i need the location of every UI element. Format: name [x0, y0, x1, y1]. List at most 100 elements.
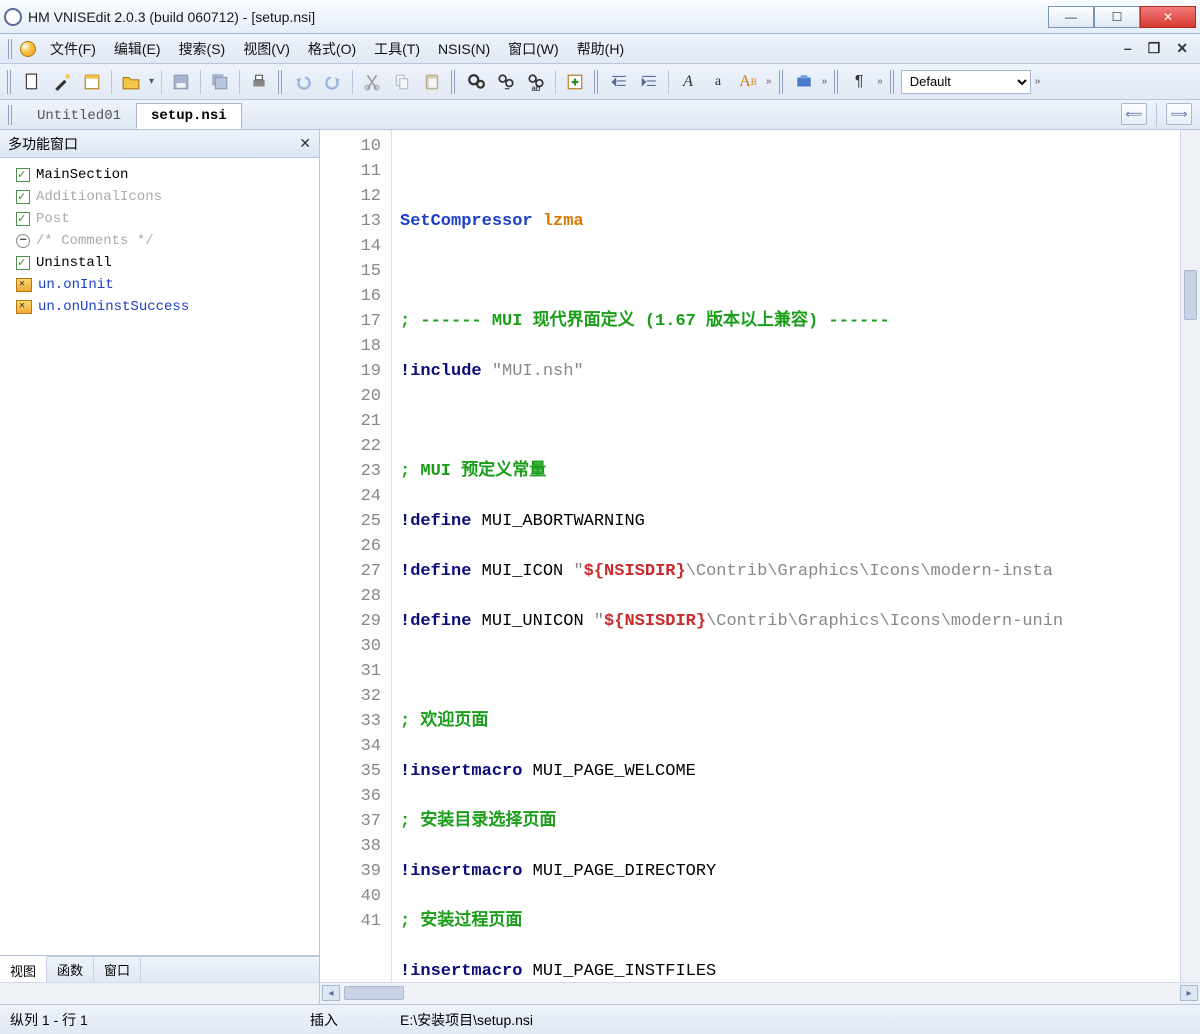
- status-bar: 纵列 1 - 行 1 插入 E:\安装项目\setup.nsi: [0, 1004, 1200, 1034]
- panel-header: 多功能窗口 ✕: [0, 130, 319, 158]
- panel-bottom-tabs: 视图 函数 窗口: [0, 956, 319, 982]
- maximize-button[interactable]: ☐: [1094, 6, 1140, 28]
- nav-forward-button[interactable]: ⟹: [1166, 103, 1192, 125]
- find-next-button[interactable]: [492, 69, 520, 95]
- close-button[interactable]: ✕: [1140, 6, 1196, 28]
- goto-button[interactable]: [561, 69, 589, 95]
- pilcrow-button[interactable]: ¶: [845, 69, 873, 95]
- checkbox-icon: [16, 256, 30, 270]
- style-select[interactable]: Default: [901, 70, 1031, 94]
- checkbox-icon: [16, 168, 30, 182]
- open-dropdown[interactable]: ▾: [147, 76, 156, 87]
- section-tree: MainSection AdditionalIcons Post /* Comm…: [0, 158, 319, 956]
- save-all-button[interactable]: [206, 69, 234, 95]
- menu-help[interactable]: 帮助(H): [569, 35, 632, 63]
- svg-text:ab: ab: [532, 84, 541, 91]
- outdent-button[interactable]: [605, 69, 633, 95]
- document-tabs: Untitled01 setup.nsi ⟸ ⟹: [0, 100, 1200, 130]
- view-overflow[interactable]: »: [875, 76, 885, 87]
- indent-button[interactable]: [635, 69, 663, 95]
- italic-button[interactable]: A: [674, 69, 702, 95]
- print-button[interactable]: [245, 69, 273, 95]
- wizard-button[interactable]: [48, 69, 76, 95]
- nav-back-button[interactable]: ⟸: [1121, 103, 1147, 125]
- workspace: 多功能窗口 ✕ MainSection AdditionalIcons Post…: [0, 130, 1200, 982]
- mdi-close[interactable]: ✕: [1172, 40, 1192, 57]
- checkbox-icon: [16, 190, 30, 204]
- checkbox-icon: [16, 212, 30, 226]
- format-overflow[interactable]: »: [764, 76, 774, 87]
- function-icon: [16, 300, 32, 314]
- menu-nsis[interactable]: NSIS(N): [430, 37, 498, 61]
- save-button[interactable]: [167, 69, 195, 95]
- mdi-restore[interactable]: ❐: [1144, 40, 1165, 57]
- menu-search[interactable]: 搜索(S): [171, 35, 234, 63]
- find-button[interactable]: [462, 69, 490, 95]
- mdi-minimize[interactable]: –: [1120, 40, 1136, 57]
- horizontal-scrollbar[interactable]: ◂ ▸: [320, 983, 1200, 1004]
- window-titlebar: HM VNISEdit 2.0.3 (build 060712) - [setu…: [0, 0, 1200, 34]
- code-editor[interactable]: 1011121314151617181920212223242526272829…: [320, 130, 1200, 982]
- font-small-button[interactable]: a: [704, 69, 732, 95]
- grip-icon: [8, 39, 14, 59]
- open-button[interactable]: [117, 69, 145, 95]
- grip-icon: [278, 70, 284, 94]
- compile-overflow[interactable]: »: [820, 76, 830, 87]
- menu-view[interactable]: 视图(V): [235, 35, 298, 63]
- replace-button[interactable]: ab: [522, 69, 550, 95]
- scroll-right-button[interactable]: ▸: [1180, 985, 1198, 1001]
- copy-button[interactable]: [388, 69, 416, 95]
- vertical-scrollbar[interactable]: [1180, 130, 1200, 982]
- scroll-left-button[interactable]: ◂: [322, 985, 340, 1001]
- status-mode: 插入: [310, 1010, 370, 1030]
- tab-setup[interactable]: setup.nsi: [136, 103, 242, 129]
- mdi-controls: – ❐ ✕: [1120, 40, 1192, 57]
- grip-icon: [890, 70, 896, 94]
- font-large-button[interactable]: AB: [734, 69, 762, 95]
- menu-window[interactable]: 窗口(W): [500, 35, 567, 63]
- menu-file[interactable]: 文件(F): [42, 35, 104, 63]
- hscroll-row: ◂ ▸: [0, 982, 1200, 1004]
- panel-title: 多功能窗口: [8, 134, 78, 154]
- menu-bar: 文件(F) 编辑(E) 搜索(S) 视图(V) 格式(O) 工具(T) NSIS…: [0, 34, 1200, 64]
- panel-tab-window[interactable]: 窗口: [94, 956, 141, 983]
- tree-item-mainsection[interactable]: MainSection: [2, 164, 317, 186]
- code-content[interactable]: SetCompressor lzma ; ------ MUI 现代界面定义 (…: [392, 130, 1180, 982]
- undo-button[interactable]: [289, 69, 317, 95]
- cut-button[interactable]: [358, 69, 386, 95]
- scroll-thumb[interactable]: [344, 986, 404, 1000]
- redo-button[interactable]: [319, 69, 347, 95]
- compile-button[interactable]: [790, 69, 818, 95]
- panel-close-button[interactable]: ✕: [299, 135, 311, 152]
- paste-button[interactable]: [418, 69, 446, 95]
- grip-icon: [779, 70, 785, 94]
- menu-format[interactable]: 格式(O): [300, 35, 364, 63]
- menu-tools[interactable]: 工具(T): [366, 35, 428, 63]
- tree-item-comments[interactable]: /* Comments */: [2, 230, 317, 252]
- tree-item-post[interactable]: Post: [2, 208, 317, 230]
- script-button[interactable]: [78, 69, 106, 95]
- scroll-thumb[interactable]: [1184, 270, 1197, 320]
- grip-icon: [594, 70, 600, 94]
- window-title: HM VNISEdit 2.0.3 (build 060712) - [setu…: [28, 9, 1048, 25]
- line-gutter: 1011121314151617181920212223242526272829…: [320, 130, 392, 982]
- function-icon: [16, 278, 32, 292]
- tree-item-onuninstsuccess[interactable]: un.onUninstSuccess: [2, 296, 317, 318]
- menu-edit[interactable]: 编辑(E): [106, 35, 169, 63]
- tree-item-uninstall[interactable]: Uninstall: [2, 252, 317, 274]
- status-path: E:\安装项目\setup.nsi: [400, 1010, 533, 1030]
- comment-icon: [16, 234, 30, 248]
- panel-tab-functions[interactable]: 函数: [47, 956, 94, 983]
- new-file-button[interactable]: [18, 69, 46, 95]
- app-icon: [4, 8, 22, 26]
- minimize-button[interactable]: —: [1048, 6, 1094, 28]
- tab-untitled[interactable]: Untitled01: [22, 103, 136, 129]
- grip-icon: [451, 70, 457, 94]
- status-position: 纵列 1 - 行 1: [10, 1010, 280, 1030]
- tree-item-oninit[interactable]: un.onInit: [2, 274, 317, 296]
- style-overflow[interactable]: »: [1033, 76, 1043, 87]
- tree-item-additionalicons[interactable]: AdditionalIcons: [2, 186, 317, 208]
- side-panel: 多功能窗口 ✕ MainSection AdditionalIcons Post…: [0, 130, 320, 982]
- grip-icon: [7, 70, 13, 94]
- panel-tab-view[interactable]: 视图: [0, 956, 47, 984]
